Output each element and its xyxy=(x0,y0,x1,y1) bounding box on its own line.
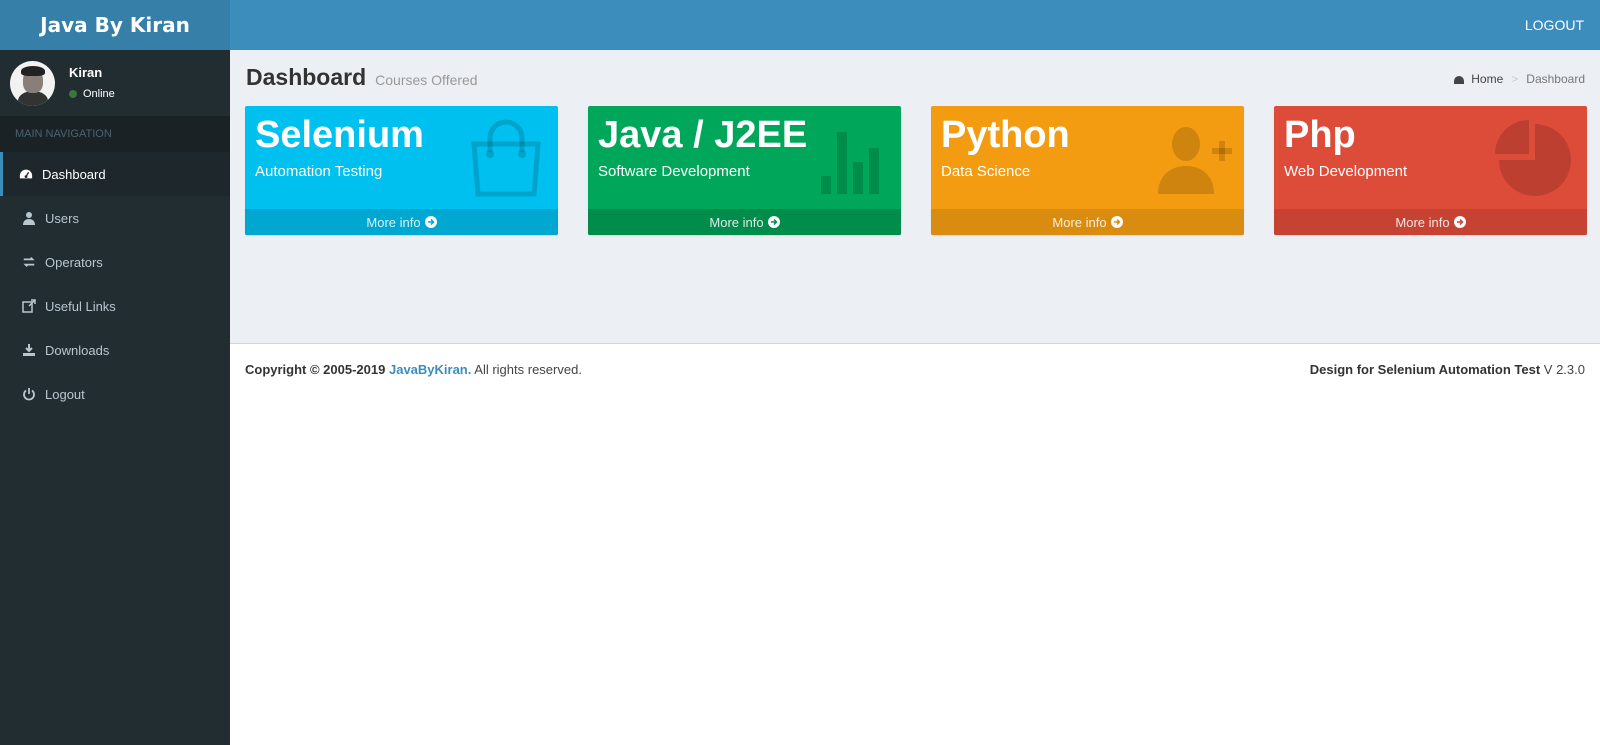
sidebar-item-label: Logout xyxy=(45,386,85,402)
user-plus-icon xyxy=(1158,127,1232,194)
brand-link[interactable]: JavaByKiran. xyxy=(389,362,471,377)
sidebar-item-logout[interactable]: Logout xyxy=(0,372,230,416)
sidebar-item-label: Useful Links xyxy=(45,298,116,314)
sidebar-item-operators[interactable]: Operators xyxy=(0,240,230,284)
breadcrumb-separator: > xyxy=(1511,72,1519,86)
copyright-text: Copyright © 2005-2019 xyxy=(245,362,386,377)
user-status: Online xyxy=(69,88,115,100)
main-content: Dashboard Courses Offered Home > Dashboa… xyxy=(230,50,1600,343)
more-info-link[interactable]: More info xyxy=(1274,209,1587,235)
arrow-circle-right-icon xyxy=(1453,216,1466,228)
version-text: V 2.3.0 xyxy=(1543,362,1585,377)
breadcrumb: Home > Dashboard xyxy=(1453,72,1585,86)
content-header: Dashboard Courses Offered xyxy=(246,64,478,91)
external-link-icon xyxy=(21,299,37,313)
user-name: Kiran xyxy=(69,64,103,80)
course-box-python: Python Data Science More info xyxy=(931,106,1244,235)
page-footer: Copyright © 2005-2019 JavaByKiran. All r… xyxy=(230,343,1600,393)
sidebar-item-label: Operators xyxy=(45,254,103,270)
online-status-dot xyxy=(69,89,77,98)
exchange-icon xyxy=(21,255,37,269)
app-logo[interactable]: Java By Kiran xyxy=(0,0,230,50)
arrow-circle-right-icon xyxy=(767,216,780,228)
rights-text: All rights reserved. xyxy=(474,362,582,377)
pie-chart-icon xyxy=(1495,120,1571,196)
power-icon xyxy=(21,387,37,401)
breadcrumb-home[interactable]: Home xyxy=(1471,72,1503,86)
more-info-link[interactable]: More info xyxy=(931,209,1244,235)
footer-copyright: Copyright © 2005-2019 JavaByKiran. All r… xyxy=(245,362,582,377)
page-subtitle: Courses Offered xyxy=(375,72,478,88)
user-panel: Kiran Online xyxy=(0,50,230,116)
arrow-circle-right-icon xyxy=(1110,216,1123,228)
more-info-label: More info xyxy=(366,214,421,230)
download-icon xyxy=(21,343,37,357)
design-text: Design for Selenium Automation Test xyxy=(1309,362,1541,377)
more-info-label: More info xyxy=(1395,214,1450,230)
sidebar-item-downloads[interactable]: Downloads xyxy=(0,328,230,372)
sidebar-item-users[interactable]: Users xyxy=(0,196,230,240)
sidebar: Kiran Online MAIN NAVIGATION Dashboard U… xyxy=(0,50,230,745)
more-info-label: More info xyxy=(1052,214,1107,230)
breadcrumb-current: Dashboard xyxy=(1526,72,1585,86)
sidebar-item-label: Users xyxy=(45,210,79,226)
course-box-php: Php Web Development More info xyxy=(1274,106,1587,235)
shopping-bag-icon xyxy=(471,119,541,197)
more-info-link[interactable]: More info xyxy=(245,209,558,235)
more-info-link[interactable]: More info xyxy=(588,209,901,235)
top-navbar: LOGOUT xyxy=(230,0,1600,50)
dashboard-icon xyxy=(1453,74,1465,84)
sidebar-item-dashboard[interactable]: Dashboard xyxy=(0,152,230,196)
top-header: Java By Kiran LOGOUT xyxy=(0,0,1600,50)
course-box-java: Java / J2EE Software Development More in… xyxy=(588,106,901,235)
arrow-circle-right-icon xyxy=(424,216,437,228)
sidebar-item-useful-links[interactable]: Useful Links xyxy=(0,284,230,328)
page-title: Dashboard xyxy=(246,64,367,90)
sidebar-item-label: Downloads xyxy=(45,342,110,358)
nav-header: MAIN NAVIGATION xyxy=(0,116,230,152)
more-info-label: More info xyxy=(709,214,764,230)
user-status-label: Online xyxy=(83,87,115,100)
course-boxes: Selenium Automation Testing More info Ja… xyxy=(245,106,1587,235)
bar-chart-icon xyxy=(821,132,879,194)
user-icon xyxy=(21,211,37,225)
logout-link[interactable]: LOGOUT xyxy=(1525,17,1600,33)
footer-version: Design for Selenium Automation Test V 2.… xyxy=(1310,362,1585,377)
course-box-selenium: Selenium Automation Testing More info xyxy=(245,106,558,235)
dashboard-icon xyxy=(18,167,34,181)
avatar xyxy=(10,60,55,106)
sidebar-item-label: Dashboard xyxy=(42,166,106,182)
